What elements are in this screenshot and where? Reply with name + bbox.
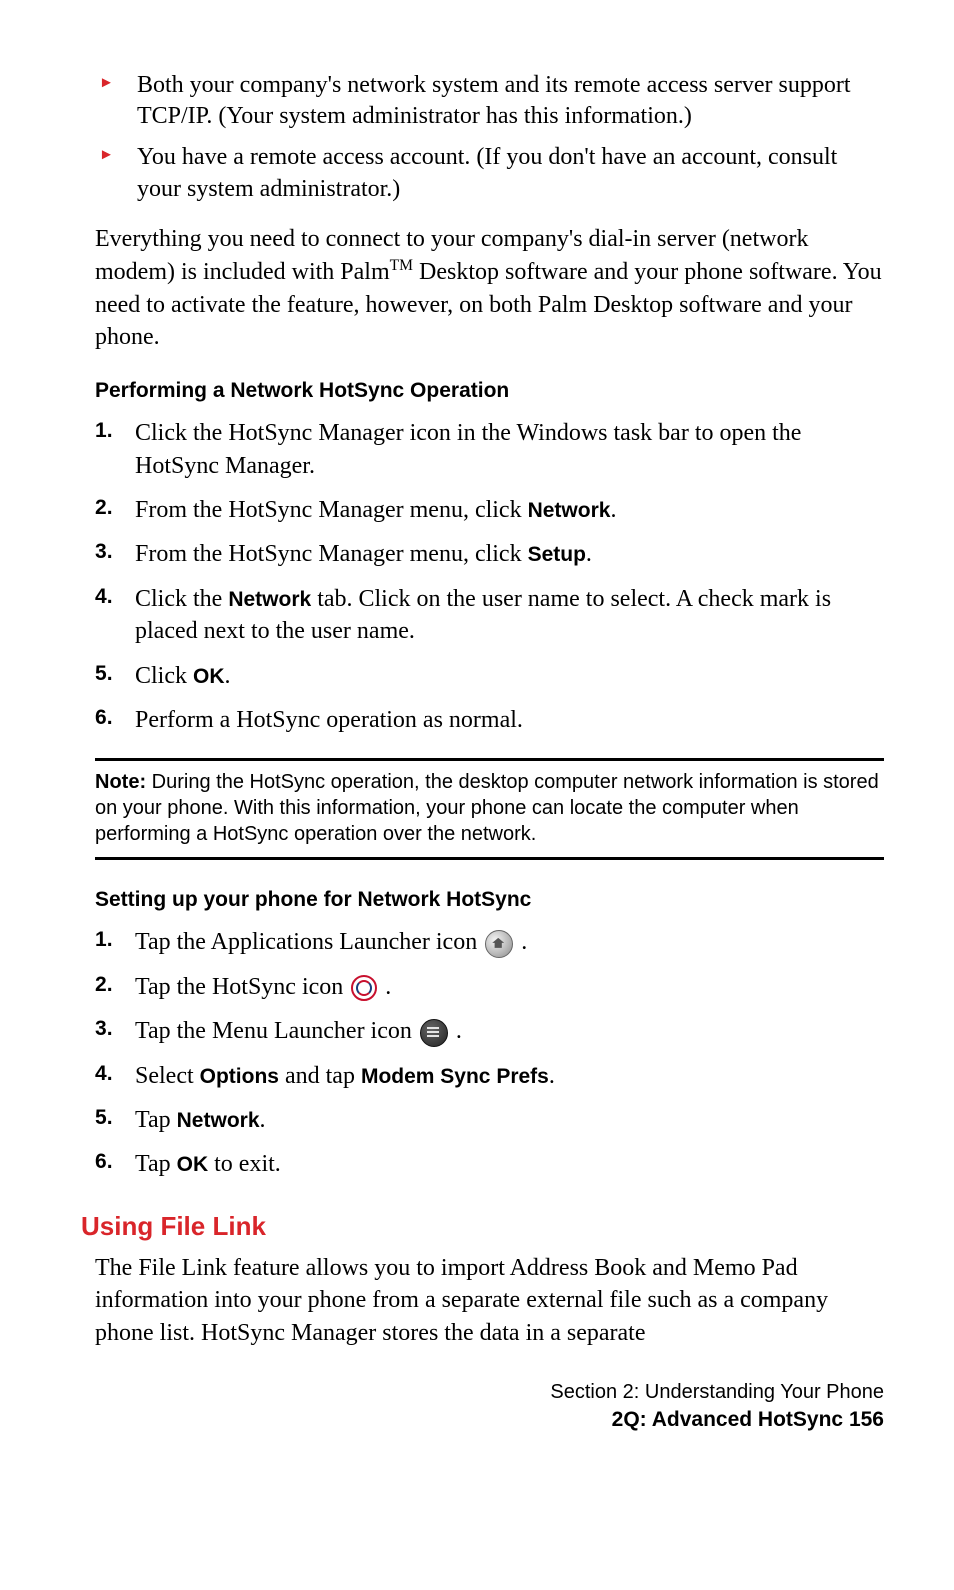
file-link-paragraph: The File Link feature allows you to impo… [95,1252,884,1349]
footer-section-line: Section 2: Understanding Your Phone [95,1379,884,1406]
step-text: From the HotSync Manager menu, click [135,497,528,523]
step-item: Click the Network tab. Click on the user… [95,583,884,648]
step-text: Perform a HotSync operation as normal. [135,707,523,733]
step-text: Tap the HotSync icon [135,974,349,1000]
step-text: Click [135,663,193,689]
step-text: . [521,929,527,955]
bullet-text: You have a remote access account. (If yo… [137,144,837,201]
step-text: . [385,974,391,1000]
step-item: Tap OK to exit. [95,1148,884,1180]
step-item: From the HotSync Manager menu, click Set… [95,538,884,570]
bullet-text: Both your company's network system and i… [137,72,851,129]
hotsync-icon [351,975,377,1001]
prereq-bullet-list: Both your company's network system and i… [95,70,884,205]
step-text: Tap [135,1107,177,1133]
bullet-item: Both your company's network system and i… [95,70,884,132]
trademark: TM [390,257,413,274]
step-item: Tap the Menu Launcher icon . [95,1015,884,1047]
step-text: . [610,497,616,523]
menu-launcher-icon [420,1019,448,1047]
step-item: Select Options and tap Modem Sync Prefs. [95,1060,884,1092]
steps-list-1: Click the HotSync Manager icon in the Wi… [95,417,884,736]
step-item: From the HotSync Manager menu, click Net… [95,494,884,526]
bold-text: Network [528,499,611,522]
step-text: . [549,1063,555,1089]
note-body: During the HotSync operation, the deskto… [95,771,879,845]
step-text: Tap the Applications Launcher icon [135,929,483,955]
step-item: Tap the Applications Launcher icon . [95,926,884,958]
bold-text: Network [228,588,311,611]
page-footer: Section 2: Understanding Your Phone 2Q: … [95,1379,884,1434]
step-item: Click OK. [95,660,884,692]
step-item: Tap the HotSync icon . [95,971,884,1003]
bold-text: OK [193,665,225,688]
step-item: Click the HotSync Manager icon in the Wi… [95,417,884,482]
intro-paragraph: Everything you need to connect to your c… [95,223,884,354]
bullet-item: You have a remote access account. (If yo… [95,142,884,204]
step-text: . [456,1018,462,1044]
bold-text: Network [177,1109,260,1132]
note-box: Note: During the HotSync operation, the … [95,758,884,860]
bold-text: OK [177,1153,209,1176]
note-label: Note: [95,771,146,793]
bold-text: Setup [528,543,586,566]
step-text: . [225,663,231,689]
step-text: Select [135,1063,200,1089]
step-text: Click the [135,586,228,612]
document-page: Both your company's network system and i… [0,0,954,1474]
section-heading-file-link: Using File Link [81,1211,884,1242]
applications-launcher-icon [485,930,513,958]
step-text: and tap [279,1063,361,1089]
bold-text: Modem Sync Prefs [361,1065,549,1088]
step-text: Click the HotSync Manager icon in the Wi… [135,420,801,478]
step-text: Tap [135,1151,177,1177]
steps-list-2: Tap the Applications Launcher icon . Tap… [95,926,884,1180]
subheading-phone-setup: Setting up your phone for Network HotSyn… [95,888,884,912]
step-item: Tap Network. [95,1104,884,1136]
bold-text: Options [200,1065,279,1088]
step-text: to exit. [208,1151,281,1177]
step-text: . [260,1107,266,1133]
step-text: From the HotSync Manager menu, click [135,541,528,567]
subheading-network-hotsync: Performing a Network HotSync Operation [95,379,884,403]
step-text: Tap the Menu Launcher icon [135,1018,418,1044]
step-text: . [586,541,592,567]
step-item: Perform a HotSync operation as normal. [95,704,884,736]
footer-chapter-page: 2Q: Advanced HotSync 156 [95,1406,884,1434]
